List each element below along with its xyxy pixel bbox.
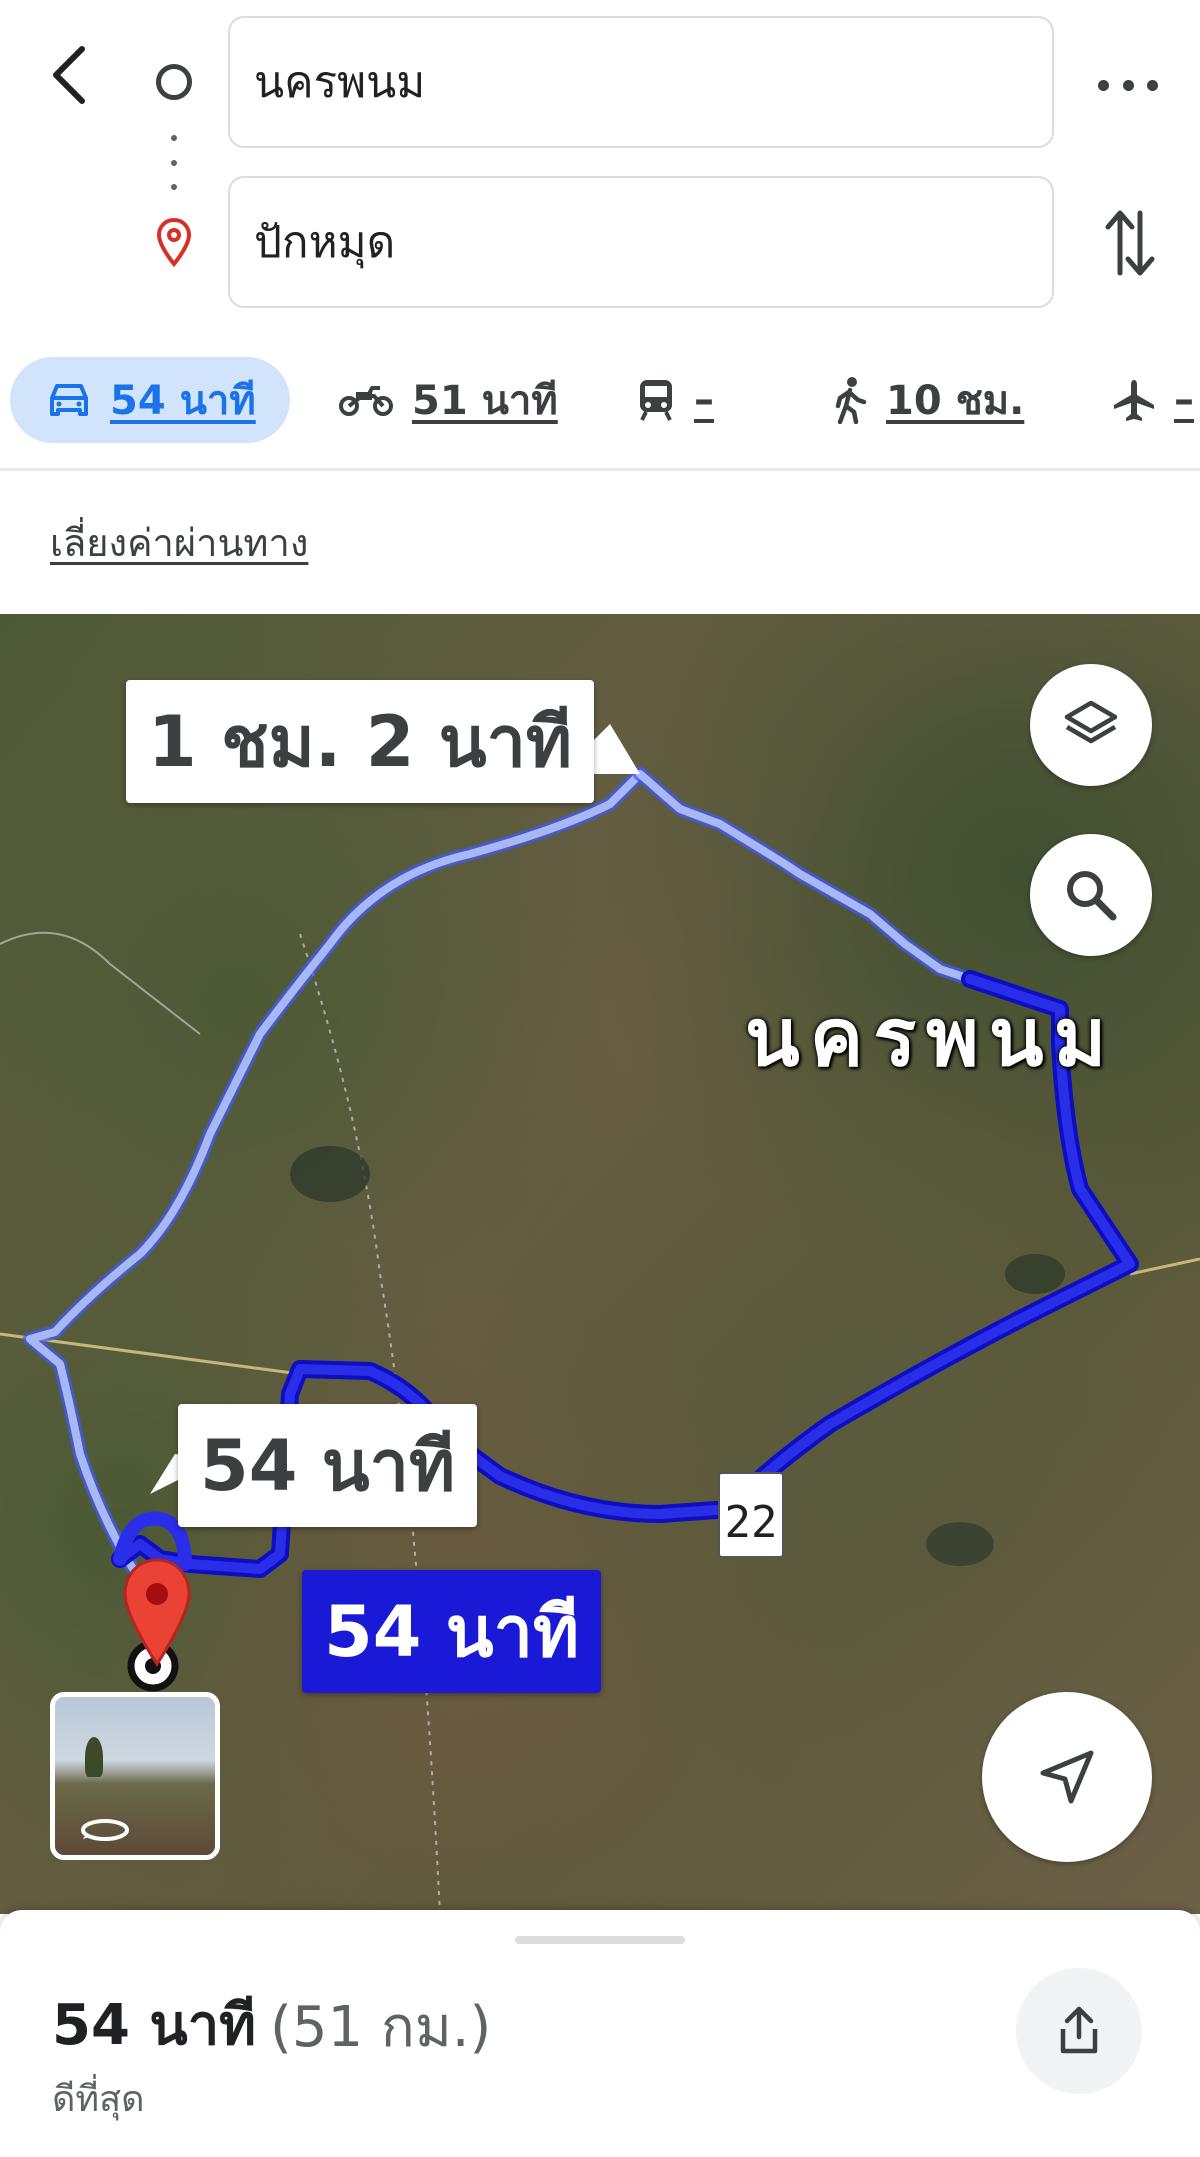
route-duration: 54 นาที (52, 1993, 257, 2058)
walk-duration: 10 ชม. (886, 378, 1025, 424)
route-note: ดีที่สุด (52, 2079, 145, 2120)
streetview-image (85, 1737, 103, 1777)
tab-walk[interactable]: 10 ชม. (832, 357, 1024, 443)
transit-icon (640, 380, 672, 421)
divider (0, 468, 1200, 471)
search-icon (1067, 871, 1117, 921)
origin-field[interactable]: นครพนม (228, 16, 1054, 148)
route-distance: (51 กม.) (270, 1995, 492, 2060)
back-button[interactable] (40, 40, 100, 110)
layers-icon (1064, 700, 1118, 744)
car-duration: 54 นาที (110, 378, 256, 424)
back-arrow-icon (53, 46, 85, 104)
flight-icon (1114, 380, 1154, 421)
car-icon (50, 384, 88, 416)
main-route-label[interactable]: 54 นาที (178, 1404, 478, 1527)
motorcycle-icon (339, 386, 393, 416)
origin-circle-icon (156, 64, 192, 100)
selected-route-label[interactable]: 54 นาที (302, 1570, 602, 1693)
swap-icon[interactable] (1100, 205, 1160, 280)
road-shield: 22 (718, 1472, 784, 1558)
destination-field[interactable]: ปักหมุด (228, 176, 1054, 308)
city-label: นครพนม (745, 991, 1117, 1084)
share-icon (1060, 2006, 1098, 2054)
sheet-handle[interactable] (515, 1936, 685, 1944)
travel-mode-tabs: 54 นาที 51 นาที – 10 ชม. – (0, 345, 1200, 455)
route-summary-sheet[interactable]: 54 นาที (51 กม.) ดีที่สุด (0, 1910, 1200, 2157)
flight-duration: – (1174, 377, 1194, 423)
more-button[interactable] (1098, 60, 1158, 110)
route-dots-icon (170, 135, 178, 190)
motorcycle-duration: 51 นาที (412, 378, 558, 424)
tab-car[interactable]: 54 นาที (10, 357, 290, 443)
streetview-rotate-icon (81, 1819, 129, 1841)
navigate-button[interactable] (982, 1692, 1152, 1862)
transit-duration: – (694, 377, 714, 423)
destination-pin-icon (156, 218, 192, 268)
tab-motorcycle[interactable]: 51 นาที (338, 357, 558, 443)
tab-flight[interactable]: – (1112, 357, 1194, 443)
destination-map-pin[interactable] (117, 1554, 197, 1684)
tab-transit[interactable]: – (636, 357, 714, 443)
directions-header: นครพนม ปักหมุด (0, 0, 1200, 325)
navigate-icon (1040, 1750, 1094, 1804)
map-search-button[interactable] (1030, 834, 1152, 956)
streetview-thumbnail[interactable] (50, 1692, 220, 1860)
walk-icon (835, 377, 867, 424)
map-view[interactable]: 1 ชม. 2 นาที 54 นาที 54 นาที นครพนม 22 (0, 614, 1200, 1914)
share-button[interactable] (1016, 1968, 1142, 2094)
more-icon (1098, 79, 1109, 91)
avoid-tolls-link[interactable]: เลี่ยงค่าผ่านทาง (50, 512, 308, 573)
layers-button[interactable] (1030, 664, 1152, 786)
alt-route-label[interactable]: 1 ชม. 2 นาที (126, 680, 595, 803)
